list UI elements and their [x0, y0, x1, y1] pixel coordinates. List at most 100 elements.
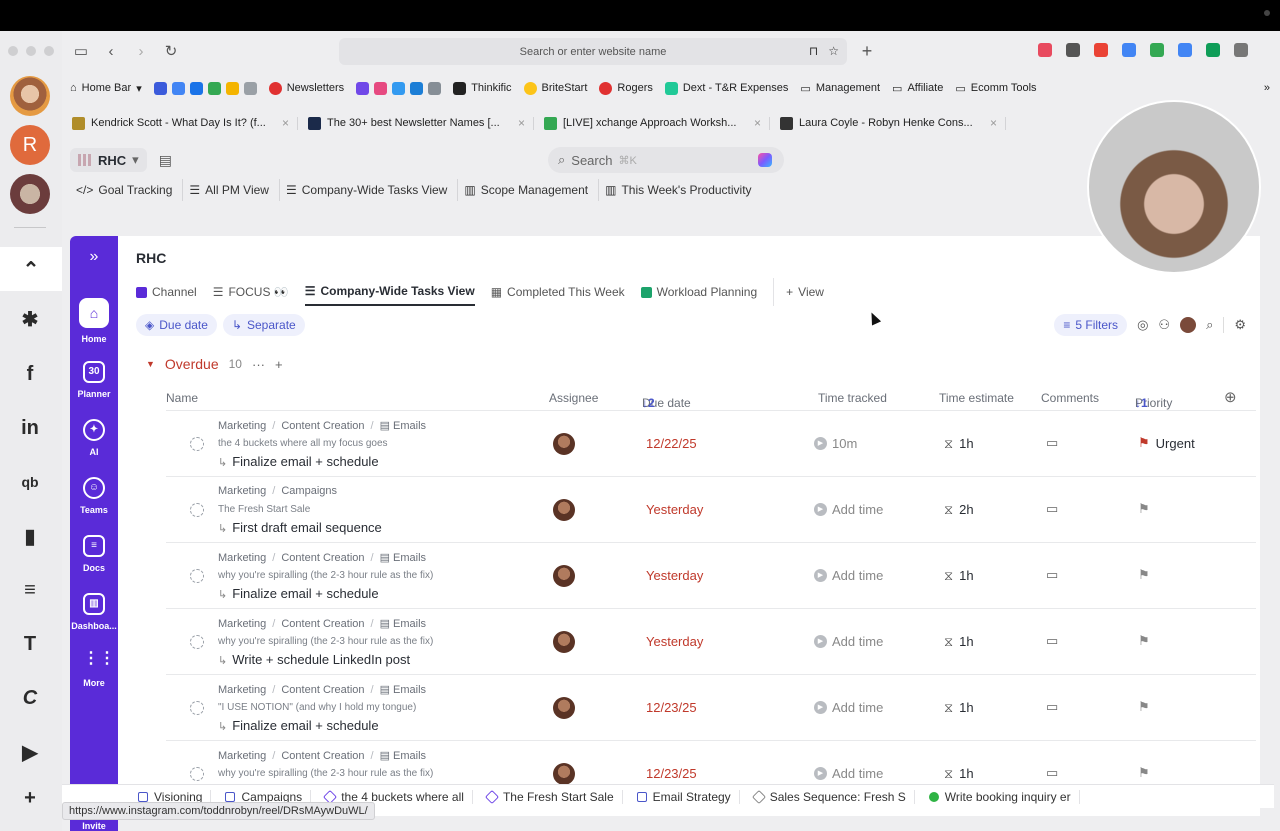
- analytics-bookmark-icon[interactable]: [225, 81, 239, 95]
- view-company-wide[interactable]: ☰ Company-Wide Tasks View: [278, 179, 453, 201]
- column-assignee[interactable]: Assignee: [549, 391, 598, 405]
- task-title[interactable]: ↳ Write + schedule LinkedIn post: [218, 652, 410, 667]
- status-circle-icon[interactable]: [190, 569, 204, 583]
- subtasks-separate-button[interactable]: ↳ Separate: [222, 314, 305, 336]
- settings-gear-icon[interactable]: [1234, 43, 1248, 57]
- column-time-tracked[interactable]: Time tracked: [818, 391, 887, 405]
- column-time-estimate[interactable]: Time estimate: [939, 391, 1014, 405]
- task-title[interactable]: ↳ Finalize email + schedule: [218, 454, 379, 469]
- tab-laura-coyle[interactable]: Laura Coyle - Robyn Henke Cons... ×: [770, 116, 1006, 130]
- address-bar[interactable]: Search or enter website name ⊓ ☆: [339, 38, 847, 65]
- status-circle-icon[interactable]: [190, 701, 204, 715]
- slack-icon[interactable]: ✱: [15, 304, 45, 334]
- assignee-avatar[interactable]: [553, 631, 575, 653]
- close-icon[interactable]: ×: [518, 117, 525, 130]
- hand-icon[interactable]: [392, 81, 406, 95]
- add-view-button[interactable]: + View: [773, 278, 824, 306]
- path-segment[interactable]: Marketing: [218, 684, 266, 696]
- assignees-icon[interactable]: ⚇: [1158, 317, 1170, 333]
- path-segment[interactable]: Emails: [393, 420, 426, 432]
- bookmarks-overflow-icon[interactable]: »: [1264, 82, 1270, 94]
- workflow-icon[interactable]: ≡: [15, 575, 45, 605]
- settings-icon[interactable]: ⚙: [1223, 317, 1246, 333]
- search-input[interactable]: ⌕ Search ⌘K: [548, 147, 784, 173]
- parent-task[interactable]: why you're spiralling (the 2-3 hour rule…: [218, 570, 433, 581]
- extension-icon[interactable]: [1038, 43, 1052, 57]
- comment-icon[interactable]: ▭: [1046, 567, 1058, 583]
- time-tracked[interactable]: ▶ Add time: [814, 634, 883, 649]
- profile-letter-avatar[interactable]: R: [10, 125, 50, 165]
- youtube-icon[interactable]: ▶: [15, 737, 45, 767]
- due-date[interactable]: Yesterday: [646, 634, 703, 649]
- sidebar-item-planner[interactable]: 30 Planner: [70, 361, 118, 399]
- tab-company-wide-tasks[interactable]: ☰ Company-Wide Tasks View: [304, 278, 475, 306]
- time-estimate[interactable]: ⧖ 1h: [944, 634, 974, 650]
- view-goal-tracking[interactable]: </> Goal Tracking: [70, 179, 178, 201]
- comment-icon[interactable]: ▭: [1046, 435, 1058, 451]
- close-icon[interactable]: ×: [754, 117, 761, 130]
- due-date[interactable]: Yesterday: [646, 502, 703, 517]
- canva-icon[interactable]: C: [15, 683, 45, 713]
- add-task-icon[interactable]: +: [275, 357, 283, 372]
- path-segment[interactable]: Content Creation: [281, 552, 364, 564]
- time-estimate[interactable]: ⧖ 1h: [944, 568, 974, 584]
- path-segment[interactable]: Content Creation: [281, 750, 364, 762]
- parent-task[interactable]: why you're spiralling (the 2-3 hour rule…: [218, 636, 433, 647]
- new-tab-icon[interactable]: +: [856, 40, 878, 62]
- tab-channel[interactable]: Channel: [136, 278, 197, 306]
- path-segment[interactable]: Content Creation: [281, 684, 364, 696]
- sidebar-item-teams[interactable]: ☺ Teams: [70, 477, 118, 515]
- table-row[interactable]: Marketing / Campaigns The Fresh Start Sale…: [166, 476, 1256, 542]
- comment-icon[interactable]: ▭: [1046, 699, 1058, 715]
- close-icon[interactable]: ×: [990, 117, 997, 130]
- bookmark-ecomm-tools[interactable]: ▭ Ecomm Tools: [955, 82, 1036, 95]
- assignee-avatar[interactable]: [553, 565, 575, 587]
- bookmark-britestart[interactable]: BriteStart: [523, 81, 587, 95]
- docs-bookmark-icon[interactable]: [171, 81, 185, 95]
- quickbooks-icon[interactable]: qb: [15, 467, 45, 497]
- path-segment[interactable]: Content Creation: [281, 618, 364, 630]
- expand-sidebar-icon[interactable]: »: [70, 248, 118, 266]
- tab-newsletter-names[interactable]: The 30+ best Newsletter Names [... ×: [298, 116, 534, 130]
- assignee-avatar[interactable]: [553, 763, 575, 785]
- sidebar-item-docs[interactable]: ≡ Docs: [70, 535, 118, 573]
- time-tracked[interactable]: ▶ Add time: [814, 700, 883, 715]
- table-row[interactable]: Marketing / Content Creation / ▤ Emails "I U…: [166, 674, 1256, 740]
- status-circle-icon[interactable]: [190, 767, 204, 781]
- comment-icon[interactable]: ▭: [1046, 501, 1058, 517]
- time-tracked[interactable]: ▶ 10m: [814, 436, 857, 451]
- priority[interactable]: ⚑: [1138, 699, 1156, 715]
- time-tracked[interactable]: ▶ Add time: [814, 568, 883, 583]
- minimize-dot[interactable]: [26, 46, 36, 56]
- due-date[interactable]: 12/23/25: [646, 766, 697, 781]
- sidebar-item-home[interactable]: ⌂ Home: [70, 298, 118, 344]
- drive-icon[interactable]: [1150, 43, 1164, 57]
- path-segment[interactable]: Emails: [393, 750, 426, 762]
- status-circle-icon[interactable]: [190, 437, 204, 451]
- time-tracked[interactable]: ▶ Add time: [814, 502, 883, 517]
- path-segment[interactable]: Marketing: [218, 552, 266, 564]
- back-icon[interactable]: ‹: [100, 40, 122, 62]
- group-by-due-date-button[interactable]: ◈ Due date: [136, 314, 217, 336]
- view-weekly-productivity[interactable]: ▥ This Week's Productivity: [598, 179, 757, 201]
- profile-avatar[interactable]: [10, 76, 50, 116]
- add-column-icon[interactable]: ⊕: [1224, 388, 1237, 406]
- priority[interactable]: ⚑: [1138, 765, 1156, 781]
- tab-workload-planning[interactable]: Workload Planning: [640, 278, 757, 306]
- facebook-icon[interactable]: f: [15, 359, 45, 389]
- sidebar-toggle-icon[interactable]: ▭: [70, 40, 92, 62]
- bookmark-affiliate[interactable]: ▭ Affiliate: [892, 82, 943, 95]
- clickup-icon[interactable]: ⌃: [0, 247, 62, 291]
- pinned-booking-inquiry[interactable]: Write booking inquiry er: [921, 789, 1080, 804]
- table-row[interactable]: Marketing / Content Creation / ▤ Emails the …: [166, 410, 1256, 476]
- view-scope-management[interactable]: ▥ Scope Management: [457, 179, 594, 201]
- path-segment[interactable]: Emails: [393, 552, 426, 564]
- meta-icon[interactable]: [153, 81, 167, 95]
- time-estimate[interactable]: ⧖ 1h: [944, 700, 974, 716]
- priority[interactable]: ⚑: [1138, 567, 1156, 583]
- analytics-icon[interactable]: ▮: [15, 521, 45, 551]
- parent-task[interactable]: why you're spiralling (the 2-3 hour rule…: [218, 768, 433, 779]
- sliders-icon[interactable]: [428, 81, 442, 95]
- bookmark-management[interactable]: ▭ Management: [800, 82, 880, 95]
- table-row[interactable]: Marketing / Content Creation / ▤ Emails why …: [166, 542, 1256, 608]
